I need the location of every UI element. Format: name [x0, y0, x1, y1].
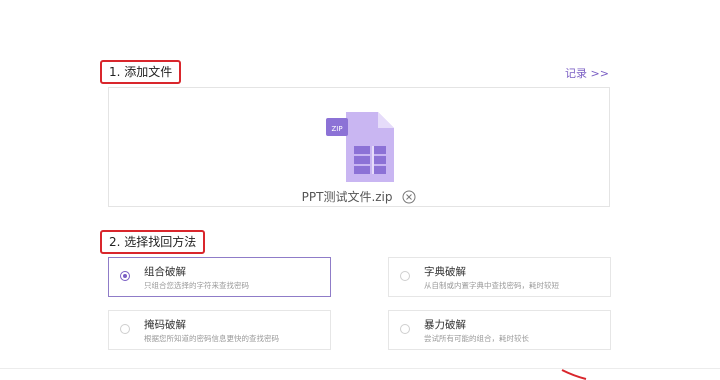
step-choose-method-label: 2. 选择找回方法: [100, 230, 206, 254]
method-option-dictionary[interactable]: 字典破解 从自制或内置字典中查找密码，耗时较短: [388, 257, 611, 297]
radio-button[interactable]: [120, 324, 130, 334]
radio-button[interactable]: [120, 271, 130, 281]
method-title: 掩码破解: [144, 319, 186, 331]
file-name: PPT测试文件.zip: [301, 190, 393, 204]
method-option-mask[interactable]: 掩码破解 根据您所知道的密码信息更快的查找密码: [108, 310, 331, 350]
divider: [0, 368, 720, 369]
zip-file-icon: ZIP: [326, 112, 394, 182]
method-title: 字典破解: [424, 266, 466, 278]
method-description: 从自制或内置字典中查找密码，耗时较短: [424, 281, 559, 290]
method-description: 只组合您选择的字符来查找密码: [144, 281, 249, 290]
method-option-combination[interactable]: 组合破解 只组合您选择的字符来查找密码: [108, 257, 331, 297]
radio-button[interactable]: [400, 271, 410, 281]
annotation-arrow-icon: [561, 369, 587, 380]
step-add-file-label: 1. 添加文件: [100, 60, 182, 84]
remove-circle-icon[interactable]: [402, 190, 416, 204]
method-option-brute-force[interactable]: 暴力破解 尝试所有可能的组合，耗时较长: [388, 310, 611, 350]
records-link[interactable]: 记录 >>: [565, 65, 609, 81]
file-upload-area[interactable]: ZIP PPT测试文件.zip: [108, 87, 610, 207]
method-description: 根据您所知道的密码信息更快的查找密码: [144, 334, 279, 343]
file-name-row: PPT测试文件.zip: [109, 188, 609, 205]
method-title: 组合破解: [144, 266, 186, 278]
radio-button[interactable]: [400, 324, 410, 334]
method-description: 尝试所有可能的组合，耗时较长: [424, 334, 529, 343]
method-title: 暴力破解: [424, 319, 466, 331]
svg-text:ZIP: ZIP: [331, 125, 342, 133]
